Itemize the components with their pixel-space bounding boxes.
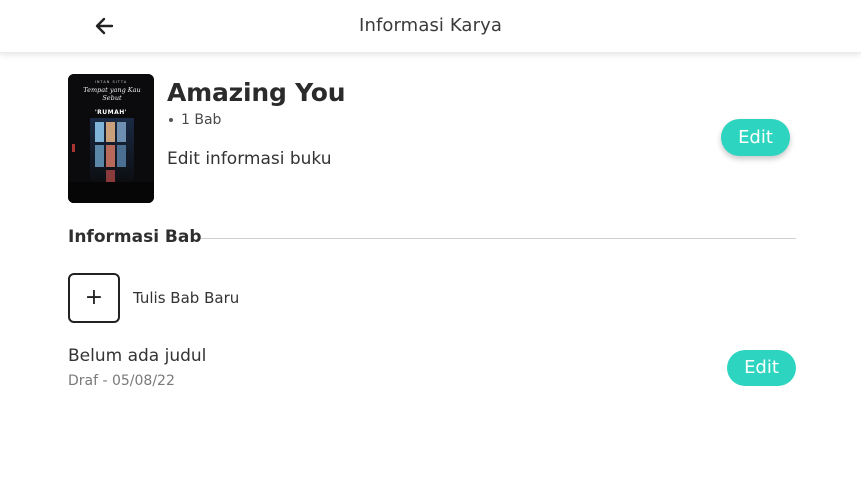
- section-divider: [201, 238, 796, 239]
- chapter-title: Belum ada judul: [68, 346, 207, 366]
- book-title: Amazing You: [167, 78, 346, 107]
- page-title: Informasi Karya: [359, 15, 502, 36]
- cover-author: INTAN SITTA: [94, 80, 128, 84]
- add-chapter-label[interactable]: Tulis Bab Baru: [133, 289, 239, 307]
- chapter-status-date: Draf - 05/08/22: [68, 373, 175, 389]
- edit-chapter-button[interactable]: Edit: [727, 350, 796, 386]
- add-chapter-button[interactable]: +: [68, 273, 120, 323]
- section-heading-chapters: Informasi Bab: [68, 227, 202, 247]
- chapter-count: 1 Bab: [167, 112, 221, 128]
- book-cover-image: INTAN SITTA Tempat yang Kau Sebut 'RUMAH…: [68, 74, 154, 203]
- chapter-count-label: 1 Bab: [181, 112, 222, 128]
- cover-bold-title: 'RUMAH': [94, 109, 128, 116]
- plus-icon: +: [84, 285, 104, 310]
- top-app-bar: Informasi Karya: [0, 0, 861, 53]
- edit-book-info-label: Edit informasi buku: [167, 149, 332, 169]
- cover-script-title: Tempat yang Kau Sebut: [83, 86, 141, 102]
- edit-book-button[interactable]: Edit: [721, 119, 790, 156]
- bullet-icon: [169, 118, 173, 122]
